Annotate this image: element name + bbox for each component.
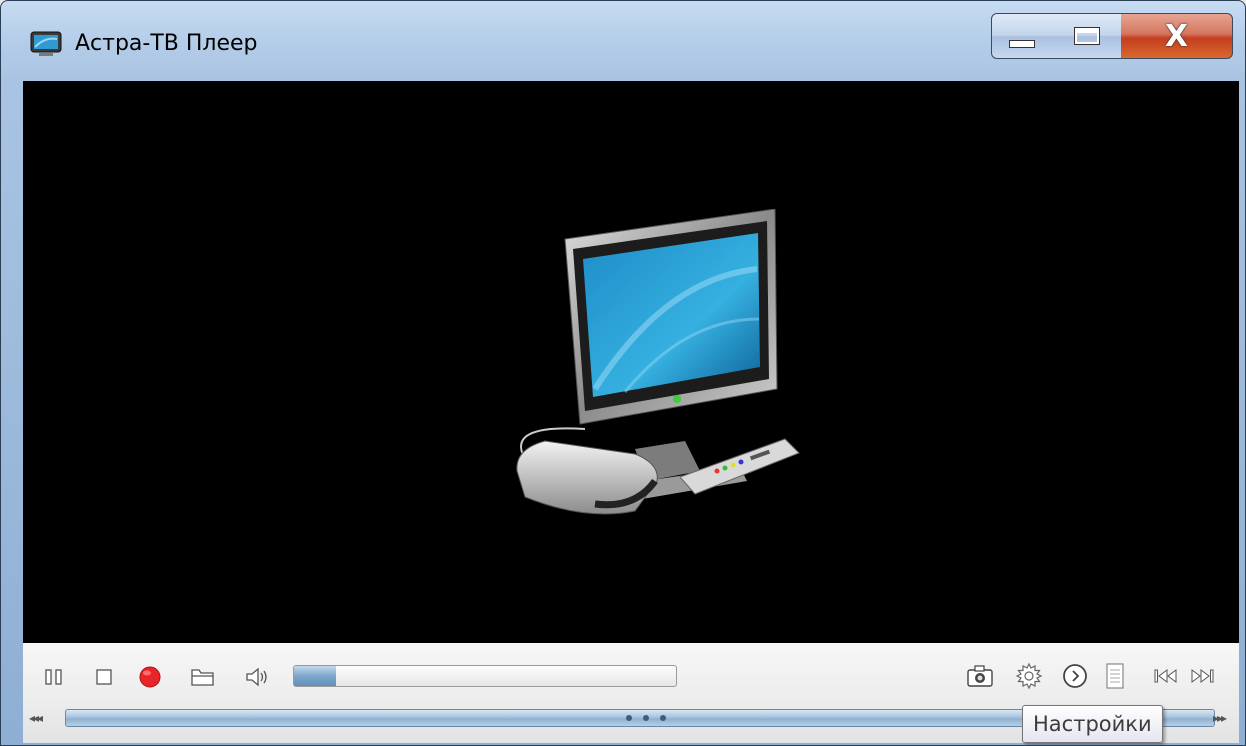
tv-set-placeholder-image	[516, 209, 800, 515]
minimize-icon	[1009, 40, 1035, 48]
camera-icon	[967, 665, 993, 687]
next-channel-button[interactable]	[1059, 661, 1091, 691]
stop-icon	[96, 669, 112, 685]
settings-tooltip: Настройки	[1022, 705, 1163, 743]
settings-button[interactable]	[1013, 661, 1045, 691]
pause-icon	[45, 669, 62, 685]
open-file-button[interactable]	[187, 663, 219, 691]
seek-grip-icon[interactable]	[626, 714, 666, 722]
previous-track-button[interactable]	[1151, 663, 1181, 689]
video-area[interactable]	[23, 81, 1239, 643]
mute-button[interactable]	[241, 663, 273, 691]
stop-button[interactable]	[91, 665, 117, 689]
minimize-button[interactable]	[991, 13, 1053, 59]
record-button[interactable]	[135, 663, 165, 691]
maximize-icon	[1073, 27, 1100, 45]
close-icon: X	[1164, 18, 1189, 54]
record-icon	[139, 666, 161, 688]
title-bar[interactable]: Астра-ТВ Плеер X	[1, 1, 1245, 81]
player-window: Астра-ТВ Плеер X ◂◂◂ ▸▸▸ Настройки	[0, 0, 1246, 746]
window-title: Астра-ТВ Плеер	[75, 31, 258, 56]
maximize-button[interactable]	[1052, 13, 1122, 59]
skip-back-icon	[1154, 669, 1177, 683]
folder-icon	[191, 669, 214, 686]
speaker-icon	[246, 667, 267, 687]
pause-button[interactable]	[41, 665, 67, 689]
close-button[interactable]: X	[1121, 13, 1233, 59]
gear-icon	[1015, 662, 1043, 690]
seek-forward-icon[interactable]: ▸▸▸	[1213, 711, 1239, 727]
playlist-button[interactable]	[1101, 661, 1129, 691]
circle-chevron-right-icon	[1063, 664, 1087, 688]
volume-level-fill	[294, 666, 337, 686]
seek-back-icon[interactable]: ◂◂◂	[29, 711, 61, 727]
volume-slider[interactable]	[293, 665, 677, 687]
snapshot-button[interactable]	[963, 661, 997, 691]
next-track-button[interactable]	[1187, 663, 1217, 689]
skip-forward-icon	[1191, 669, 1214, 683]
list-icon	[1106, 663, 1124, 689]
tv-app-icon	[30, 31, 62, 56]
